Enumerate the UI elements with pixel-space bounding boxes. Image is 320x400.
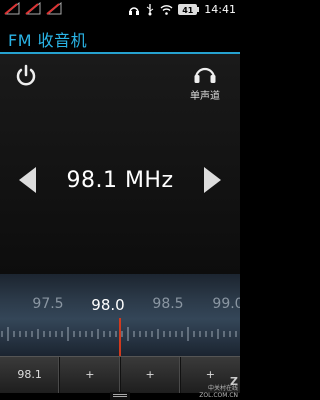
- dial-label: 97.5: [32, 296, 64, 312]
- watermark-line1: 中关村在线: [207, 385, 238, 392]
- preset-2[interactable]: +: [60, 357, 121, 393]
- dial-label: 99.0: [212, 296, 240, 312]
- triangle-right-icon: [204, 167, 221, 193]
- battery-icon: 41: [178, 4, 200, 15]
- sim1-signal-icon: [2, 2, 20, 15]
- usb-icon: [145, 3, 155, 16]
- sim2-signal-icon: [23, 2, 41, 15]
- headset-status-icon: [128, 4, 140, 16]
- dial-label: 98.5: [152, 296, 184, 312]
- seek-up-button[interactable]: [202, 166, 224, 194]
- signal-indicators: [2, 2, 62, 15]
- drawer-handle[interactable]: [110, 392, 130, 400]
- battery-level: 41: [178, 4, 198, 15]
- wifi-icon: [160, 4, 173, 15]
- mono-label: 单声道: [190, 91, 220, 102]
- watermark-line2: ZOL.COM.CN: [199, 392, 238, 399]
- status-bar: 41 14:41: [0, 0, 240, 19]
- watermark: Z 中关村在线 ZOL.COM.CN: [199, 375, 238, 399]
- frequency-row: 98.1 MHz: [0, 160, 240, 200]
- preset-3[interactable]: +: [121, 357, 181, 393]
- sim3-signal-icon: [44, 2, 62, 15]
- watermark-logo: Z: [230, 375, 238, 388]
- tuning-needle: [119, 318, 121, 356]
- clock: 14:41: [204, 3, 236, 16]
- headphones-icon: [194, 67, 216, 83]
- power-button[interactable]: [14, 64, 38, 88]
- tuning-dial[interactable]: 97.5 98.0 98.5 99.0: [0, 274, 240, 356]
- preset-1[interactable]: 98.1: [0, 357, 61, 393]
- dial-label-current: 98.0: [91, 296, 125, 314]
- app-title: FM 收音机: [8, 31, 88, 50]
- mono-toggle-button[interactable]: 单声道: [180, 62, 230, 110]
- power-icon: [16, 64, 36, 86]
